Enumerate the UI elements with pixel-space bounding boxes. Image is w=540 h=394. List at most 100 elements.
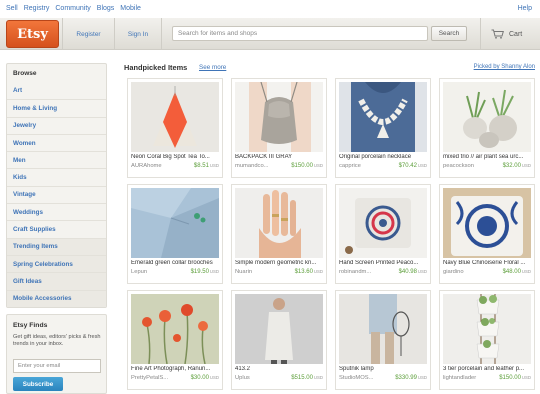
product-card[interactable]: Original porcelain necklace capprice $70… (335, 78, 431, 178)
sidebar-item-women[interactable]: Women (7, 133, 106, 151)
cart-button[interactable]: Cart (480, 18, 540, 50)
product-card[interactable]: mixed trio // air plant sea urc... peaco… (439, 78, 535, 178)
subscribe-button[interactable]: Subscribe (13, 377, 63, 391)
product-image[interactable] (443, 188, 531, 258)
product-image[interactable] (131, 294, 219, 364)
product-card[interactable]: Emerald green collar brooches Lepun $19.… (127, 184, 223, 284)
sidebar-item-label[interactable]: Weddings (13, 209, 43, 216)
email-field[interactable] (13, 359, 101, 373)
product-title[interactable]: 3 tier porcelain and leather p... (443, 366, 533, 372)
shop-name[interactable]: mumandco... (235, 163, 287, 169)
shop-name[interactable]: StudioMOS... (339, 375, 391, 381)
register-button[interactable]: Register (62, 18, 114, 50)
sell-link[interactable]: Sell (6, 5, 18, 12)
sidebar-item-label[interactable]: Gift Ideas (13, 278, 42, 285)
product-price: $13.60USD (295, 269, 323, 275)
product-image[interactable] (443, 294, 531, 364)
curator-link[interactable]: Picked by Shanny Alon (474, 64, 535, 70)
product-title[interactable]: Original porcelain necklace (339, 154, 429, 160)
shop-name[interactable]: Uplus (235, 375, 287, 381)
finds-title: Etsy Finds (13, 322, 48, 329)
product-image[interactable] (235, 188, 323, 258)
sidebar-item-trending[interactable]: Trending Items (7, 237, 106, 255)
product-card[interactable]: Neon Coral Big Spot Tea To... AURAhome $… (127, 78, 223, 178)
community-link[interactable]: Community (55, 5, 90, 12)
product-title[interactable]: BACKPACK III GRAY (235, 154, 325, 160)
product-title[interactable]: Sputnik lamp (339, 366, 429, 372)
sidebar-item-jewelry[interactable]: Jewelry (7, 116, 106, 134)
sidebar-item-label[interactable]: Kids (13, 174, 27, 181)
product-image[interactable] (235, 294, 323, 364)
sign-in-button[interactable]: Sign In (114, 18, 162, 50)
product-image[interactable] (339, 82, 427, 152)
registry-link[interactable]: Registry (24, 5, 50, 12)
product-image[interactable] (443, 82, 531, 152)
sidebar-item-spring-celebrations[interactable]: Spring Celebrations (7, 254, 106, 273)
etsy-logo[interactable]: Etsy (6, 20, 59, 48)
shop-name[interactable]: robinandm... (339, 269, 391, 275)
sidebar-item-weddings[interactable]: Weddings (7, 203, 106, 220)
sidebar-item-label[interactable]: Jewelry (13, 122, 36, 129)
price-value: $515.00 (291, 375, 313, 381)
sidebar-item-craft-supplies[interactable]: Craft Supplies (7, 220, 106, 237)
product-title[interactable]: mixed trio // air plant sea urc... (443, 154, 533, 160)
shop-name[interactable]: Nuarin (235, 269, 287, 275)
blogs-link[interactable]: Blogs (97, 5, 115, 12)
shop-name[interactable]: peacockson (443, 163, 495, 169)
product-card[interactable]: Sputnik lamp StudioMOS... $330.99USD (335, 290, 431, 390)
sidebar-item-label[interactable]: Craft Supplies (13, 226, 56, 233)
sidebar-item-mobile-accessories[interactable]: Mobile Accessories (7, 289, 106, 307)
sidebar-item-label[interactable]: Home & Living (13, 105, 57, 112)
shop-name[interactable]: capprice (339, 163, 391, 169)
sidebar-item-kids[interactable]: Kids (7, 168, 106, 185)
product-image[interactable] (131, 82, 219, 152)
mobile-link[interactable]: Mobile (120, 5, 141, 12)
product-card[interactable]: 413.2 Uplus $515.00USD (231, 290, 327, 390)
product-card[interactable]: Fine Art Photograph, Ranun... PrettyPeta… (127, 290, 223, 390)
sidebar-item-men[interactable]: Men (7, 151, 106, 168)
sidebar-item-label[interactable]: Mobile Accessories (13, 295, 72, 302)
product-card[interactable]: Navy Blue Chinoiserie Floral ... giardin… (439, 184, 535, 284)
product-image[interactable] (339, 188, 427, 258)
sidebar-item-home-living[interactable]: Home & Living (7, 99, 106, 116)
see-more-link[interactable]: See more (199, 64, 226, 71)
shop-name[interactable]: Lepun (131, 269, 183, 275)
product-card[interactable]: 3 tier porcelain and leather p... lighta… (439, 290, 535, 390)
product-title[interactable]: Navy Blue Chinoiserie Floral ... (443, 260, 533, 266)
product-title[interactable]: Simple modern geometric kn... (235, 260, 325, 266)
sidebar-item-label[interactable]: Art (13, 87, 22, 94)
sidebar-item-label[interactable]: Women (13, 140, 36, 147)
search-input[interactable] (172, 26, 428, 41)
search-button[interactable]: Search (431, 26, 467, 41)
etsy-finds-panel: Etsy Finds Get gift ideas, editors' pick… (6, 314, 107, 394)
price-value: $8.51 (193, 163, 209, 169)
product-card[interactable]: Simple modern geometric kn... Nuarin $13… (231, 184, 327, 284)
product-title[interactable]: Emerald green collar brooches (131, 260, 221, 266)
shop-name[interactable]: lightandlader (443, 375, 495, 381)
product-title[interactable]: Fine Art Photograph, Ranun... (131, 366, 221, 372)
product-image[interactable] (339, 294, 427, 364)
product-card[interactable]: BACKPACK III GRAY mumandco... $150.00USD (231, 78, 327, 178)
shop-name[interactable]: giardino (443, 269, 495, 275)
sidebar-item-label[interactable]: Vintage (13, 191, 36, 198)
sidebar-item-vintage[interactable]: Vintage (7, 185, 106, 203)
currency-code: USD (521, 269, 531, 274)
help-link[interactable]: Help (518, 5, 532, 12)
sidebar-item-label[interactable]: Men (13, 157, 26, 164)
product-title[interactable]: Hand Screen Printed Peaco... (339, 260, 429, 266)
sidebar-item-label[interactable]: Spring Celebrations (13, 261, 73, 268)
shop-name[interactable]: PrettyPetalS... (131, 375, 183, 381)
product-card[interactable]: Hand Screen Printed Peaco... robinandm..… (335, 184, 431, 284)
shop-name[interactable]: AURAhome (131, 163, 183, 169)
sidebar-item-label[interactable]: Trending Items (13, 243, 58, 250)
browse-title: Browse (13, 70, 37, 77)
currency-code: USD (417, 163, 427, 168)
cart-label: Cart (509, 30, 523, 38)
product-image[interactable] (131, 188, 219, 258)
currency-code: USD (313, 375, 323, 380)
product-image[interactable] (235, 82, 323, 152)
product-title[interactable]: Neon Coral Big Spot Tea To... (131, 154, 221, 160)
sidebar-item-art[interactable]: Art (7, 82, 106, 99)
product-title[interactable]: 413.2 (235, 366, 325, 372)
sidebar-item-gift-ideas[interactable]: Gift Ideas (7, 272, 106, 290)
